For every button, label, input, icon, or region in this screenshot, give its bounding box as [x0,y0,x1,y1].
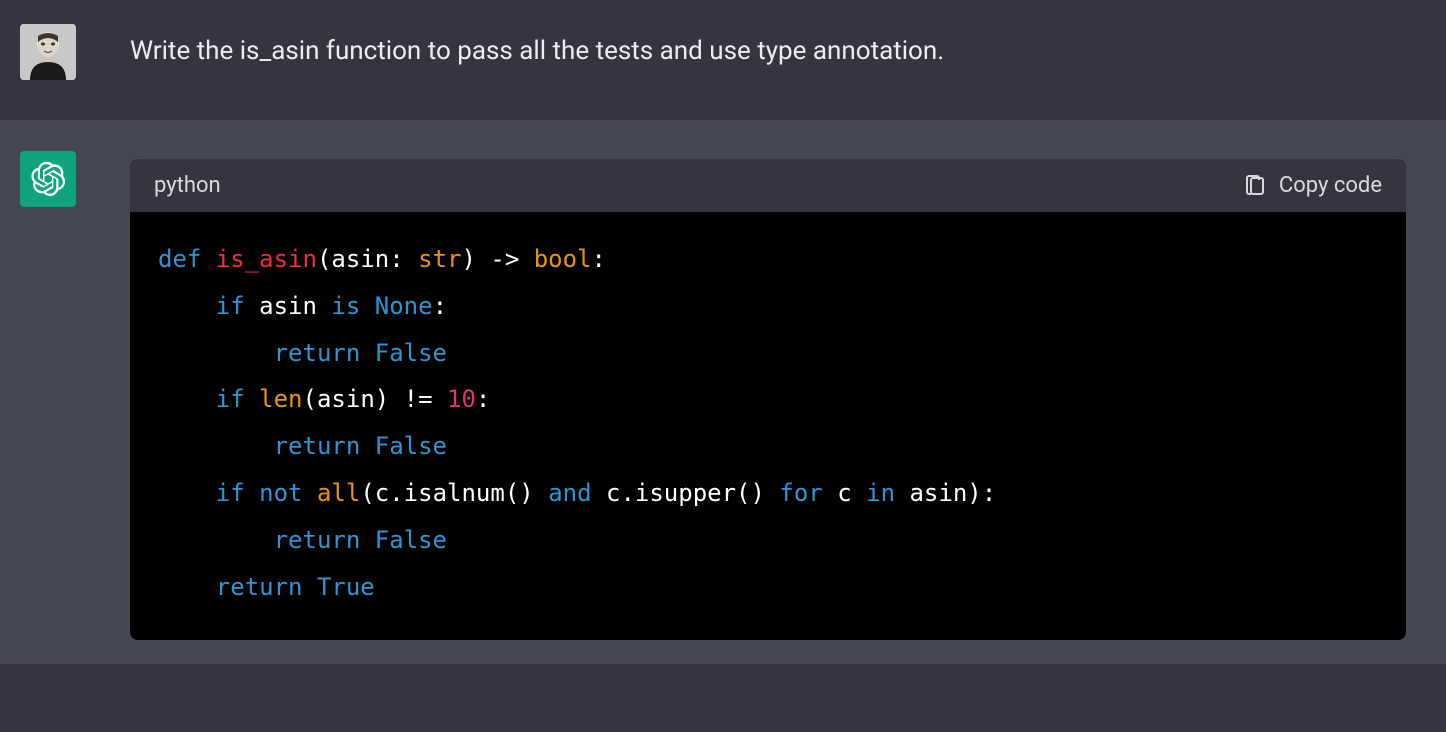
clipboard-icon [1243,174,1267,198]
code-token: return [274,339,361,367]
code-token: asin [331,245,389,273]
code-token: != [389,385,447,413]
copy-code-button[interactable]: Copy code [1243,173,1382,198]
code-token: asin [317,385,375,413]
code-token: : [476,385,490,413]
code-token: c [606,479,620,507]
code-token: ( [317,245,331,273]
code-token: if [216,292,245,320]
code-token: c [837,479,851,507]
user-avatar-image [20,24,76,80]
code-token: is_asin [216,245,317,273]
code-token: return [216,573,303,601]
code-token: in [866,479,895,507]
code-token: is [331,292,360,320]
code-token: : [592,245,606,273]
code-token: and [548,479,591,507]
code-token: : [389,245,418,273]
user-prompt-text: Write the is_asin function to pass all t… [130,32,1426,71]
code-token: ) [375,385,389,413]
copy-code-label: Copy code [1279,173,1382,198]
code-token: asin [259,292,317,320]
code-token: .isalnum() [389,479,534,507]
code-token: c [375,479,389,507]
user-message-row: Write the is_asin function to pass all t… [0,0,1446,121]
code-token: bool [534,245,592,273]
code-token: if [216,385,245,413]
code-token: 10 [447,385,476,413]
code-token: ( [360,479,374,507]
code-token: if [216,479,245,507]
assistant-message-content: python Copy code def is_asin(asin: str) … [100,151,1426,640]
user-message-content: Write the is_asin function to pass all t… [100,24,1426,80]
code-block-header: python Copy code [130,159,1406,212]
code-token: False [375,432,447,460]
code-token: ( [303,385,317,413]
code-token: ): [967,479,996,507]
assistant-message-row: python Copy code def is_asin(asin: str) … [0,121,1446,664]
code-language-label: python [154,173,221,198]
code-token: None [375,292,433,320]
code-token: def [158,245,201,273]
code-token: .isupper() [620,479,765,507]
code-token: asin [909,479,967,507]
assistant-avatar [20,151,76,207]
code-token: False [375,526,447,554]
code-token: all [317,479,360,507]
code-token: True [317,573,375,601]
openai-logo-icon [30,161,66,197]
code-token: -> [476,245,534,273]
code-token: return [274,432,361,460]
code-token: str [418,245,461,273]
code-body[interactable]: def is_asin(asin: str) -> bool: if asin … [130,212,1406,640]
code-token: not [259,479,302,507]
code-token: ) [461,245,475,273]
user-avatar [20,24,76,80]
code-token: for [779,479,822,507]
code-token: False [375,339,447,367]
code-token: : [433,292,447,320]
code-block: python Copy code def is_asin(asin: str) … [130,159,1406,640]
code-token: return [274,526,361,554]
code-token: len [259,385,302,413]
